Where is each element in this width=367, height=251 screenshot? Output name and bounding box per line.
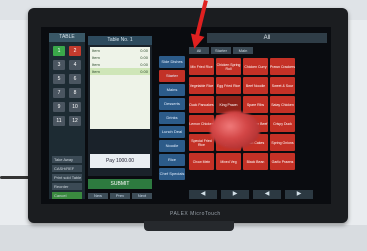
menu-item[interactable]: Black Bean xyxy=(243,153,268,170)
next-button[interactable]: Next xyxy=(132,193,152,199)
new-button[interactable]: New xyxy=(88,193,108,199)
nav-right-button[interactable]: ▶ xyxy=(285,190,313,199)
category-lunch-deal[interactable]: Lunch Deal xyxy=(159,126,185,138)
ticket-line[interactable]: Item 0.00 xyxy=(90,54,150,61)
table-button-10[interactable]: 10 xyxy=(69,102,81,112)
category-noodle[interactable]: Noodle xyxy=(159,140,185,152)
category-mains[interactable]: Mains xyxy=(159,84,185,96)
ticket-lines: Item 0.00 Item 0.00 Item 0.00 Item 0.00 xyxy=(90,47,150,129)
table-button-6[interactable]: 6 xyxy=(69,74,81,84)
nav-right-button[interactable]: ▶ xyxy=(221,190,249,199)
category-desserts[interactable]: Desserts xyxy=(159,98,185,110)
menu-item[interactable]: Spring Onions xyxy=(270,134,295,151)
menu-item[interactable]: Chow Mein xyxy=(189,153,214,170)
table-button-2[interactable]: 2 xyxy=(69,46,81,56)
pay-total[interactable]: Pay 1000.00 xyxy=(90,154,150,168)
nav-left-button[interactable]: ◀ xyxy=(253,190,281,199)
menu-item[interactable]: Prawn Crackers xyxy=(270,58,295,75)
menu-item[interactable]: Special Fried Rice xyxy=(189,134,214,151)
cancel-button[interactable]: Cancel xyxy=(52,192,82,199)
table-button-5[interactable]: 5 xyxy=(53,74,65,84)
menu-item[interactable]: Chicken Curry xyxy=(243,58,268,75)
order-ticket: Table No. 1 Item 0.00 Item 0.00 Item 0.00 I… xyxy=(88,36,152,176)
menu-item[interactable]: Duck Pancakes xyxy=(189,96,214,113)
table-button-4[interactable]: 4 xyxy=(69,60,81,70)
menu-item[interactable]: Garlic Prawns xyxy=(270,153,295,170)
monitor-brand: PALEX MicroTouch xyxy=(170,211,221,217)
menu-item[interactable]: Chicken Spring Roll xyxy=(216,58,241,75)
table-button-11[interactable]: 11 xyxy=(53,116,65,126)
ticket-line[interactable]: Item 0.00 xyxy=(90,61,150,68)
line-name: Item xyxy=(92,55,100,60)
tab-starter[interactable]: Starter xyxy=(211,47,231,54)
menu-item[interactable]: Crispy Duck xyxy=(270,115,295,132)
submit-button[interactable]: SUBMIT xyxy=(88,179,152,189)
category-rice[interactable]: Rice xyxy=(159,154,185,166)
print-table-button[interactable]: Print sold Table xyxy=(52,174,82,181)
menu-item[interactable]: Mix Fried Rice xyxy=(189,58,214,75)
ticket-title: Table No. 1 xyxy=(88,36,152,45)
tab-main[interactable]: Main xyxy=(233,47,253,54)
category-side-dishes[interactable]: Side Dishes xyxy=(159,56,185,68)
table-button-1[interactable]: 1 xyxy=(53,46,65,56)
prev-button[interactable]: Prev xyxy=(110,193,130,199)
table-button-9[interactable]: 9 xyxy=(53,102,65,112)
nav-left-button[interactable]: ◀ xyxy=(189,190,217,199)
line-price: 0.00 xyxy=(140,55,148,60)
menu-item[interactable]: Egg Fried Rice xyxy=(216,77,241,94)
table-button-7[interactable]: 7 xyxy=(53,88,65,98)
line-name: Item xyxy=(92,62,100,67)
category-drinks[interactable]: Drinks xyxy=(159,112,185,124)
line-name: Item xyxy=(92,48,100,53)
take-away-button[interactable]: Take Away xyxy=(52,156,82,163)
line-price: 0.00 xyxy=(140,48,148,53)
menu-header: All xyxy=(207,33,327,43)
category-chef-specials[interactable]: Chef Specials xyxy=(159,168,185,180)
pos-screen: TABLE 1 2 3 4 5 6 7 8 9 10 11 12 Take Aw… xyxy=(41,27,331,204)
cash-ref-button[interactable]: CASH/REF xyxy=(52,165,82,172)
table-panel: TABLE 1 2 3 4 5 6 7 8 9 10 11 12 Take Aw… xyxy=(49,33,85,199)
menu-item[interactable]: Mixed Veg xyxy=(216,153,241,170)
menu-item[interactable]: Spare Ribs xyxy=(243,96,268,113)
menu-item[interactable]: Beef Noodle xyxy=(243,77,268,94)
ticket-line[interactable]: Item 0.00 xyxy=(90,47,150,54)
monitor-stand xyxy=(144,221,234,231)
line-price: 0.00 xyxy=(140,69,148,74)
ticket-line-selected[interactable]: Item 0.00 xyxy=(90,68,150,75)
menu-item[interactable]: Vegetable Rice xyxy=(189,77,214,94)
table-panel-title: TABLE xyxy=(49,33,85,42)
line-name: Item xyxy=(92,69,100,74)
line-price: 0.00 xyxy=(140,62,148,67)
menu-item[interactable]: Satay Chicken xyxy=(270,96,295,113)
menu-item[interactable]: Sweet & Sour xyxy=(270,77,295,94)
red-ball-object xyxy=(210,111,260,149)
table-button-3[interactable]: 3 xyxy=(53,60,65,70)
reorder-waiting-button[interactable]: Reorder Waiting xyxy=(52,183,82,196)
category-starter[interactable]: Starter xyxy=(159,70,185,82)
table-button-12[interactable]: 12 xyxy=(69,116,81,126)
table-button-8[interactable]: 8 xyxy=(69,88,81,98)
